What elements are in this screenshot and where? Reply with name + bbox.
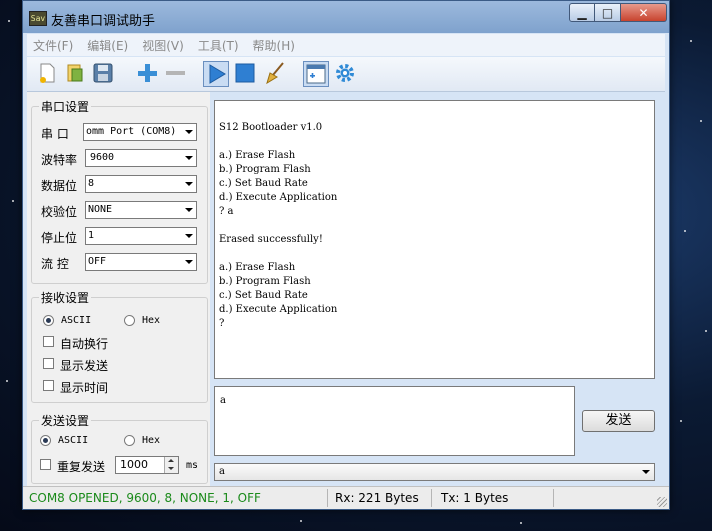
clear-button[interactable]: [263, 61, 289, 87]
receive-hex-radio[interactable]: [124, 315, 135, 326]
port-label: 串 口: [41, 127, 69, 141]
new-window-button[interactable]: [303, 61, 329, 87]
settings-button[interactable]: [333, 61, 359, 87]
left-panel: 串口设置 串 口 omm Port (COM8) 波特率 9600 数据位 8 …: [27, 92, 210, 486]
new-button[interactable]: [35, 61, 61, 87]
flow-control-value: OFF: [88, 256, 107, 267]
status-divider: [553, 489, 554, 507]
chevron-down-icon: [185, 130, 193, 134]
show-time-label: 显示时间: [60, 381, 109, 395]
data-bits-label: 数据位: [41, 179, 78, 193]
menu-help[interactable]: 帮助(H): [247, 37, 303, 54]
stop-button[interactable]: [233, 61, 259, 87]
chevron-down-icon: [185, 260, 193, 264]
repeat-unit-label: ms: [186, 460, 199, 471]
receive-settings-group: [31, 297, 208, 403]
baud-label: 波特率: [41, 153, 78, 167]
receive-textarea[interactable]: S12 Bootloader v1.0 a.) Erase Flash b.) …: [214, 100, 655, 379]
broom-icon: [266, 62, 284, 85]
title-bar[interactable]: Sav 友善串口调试助手 ▁ □ ✕: [23, 1, 669, 33]
auto-newline-checkbox[interactable]: [43, 336, 54, 347]
start-button[interactable]: [203, 61, 229, 87]
tx-count: Tx: 1 Bytes: [441, 491, 509, 505]
chevron-down-icon: [185, 156, 193, 160]
flow-control-label: 流 控: [41, 257, 69, 271]
repeat-send-label: 重复发送: [57, 460, 106, 474]
serial-settings-title: 串口设置: [39, 98, 92, 115]
new-window-icon: [306, 64, 326, 84]
open-button[interactable]: [63, 61, 89, 87]
close-button[interactable]: ✕: [621, 3, 667, 22]
status-divider: [327, 489, 328, 507]
send-settings-title: 发送设置: [39, 412, 92, 429]
save-icon: [93, 63, 113, 83]
receive-ascii-radio[interactable]: [43, 315, 54, 326]
send-history-select[interactable]: a: [214, 463, 655, 481]
add-button[interactable]: [135, 61, 161, 87]
spinner-arrows-icon[interactable]: [164, 457, 178, 473]
new-icon: [40, 63, 55, 83]
send-button[interactable]: 发送: [582, 410, 655, 432]
status-divider: [431, 489, 432, 507]
connection-status: COM8 OPENED, 9600, 8, NONE, 1, OFF: [29, 491, 261, 505]
auto-newline-label: 自动换行: [60, 337, 109, 351]
repeat-send-checkbox[interactable]: [40, 459, 51, 470]
port-value: omm Port (COM8): [86, 126, 177, 137]
menu-file[interactable]: 文件(F): [27, 37, 81, 54]
flow-control-select[interactable]: OFF: [85, 253, 197, 271]
play-icon: [209, 64, 226, 84]
chevron-down-icon: [185, 182, 193, 186]
port-select[interactable]: omm Port (COM8): [83, 123, 197, 141]
show-send-checkbox[interactable]: [43, 358, 54, 369]
menu-view[interactable]: 视图(V): [136, 37, 192, 54]
send-ascii-label: ASCII: [58, 435, 89, 446]
repeat-interval-value: 1000: [120, 458, 148, 471]
baud-select[interactable]: 9600: [85, 149, 197, 167]
maximize-button[interactable]: □: [595, 3, 621, 22]
send-textarea[interactable]: a: [214, 386, 575, 456]
receive-hex-label: Hex: [142, 315, 161, 326]
repeat-interval-input[interactable]: 1000: [115, 456, 179, 474]
app-window: Sav 友善串口调试助手 ▁ □ ✕ 文件(F) 编辑(E) 视图(V) 工具(…: [22, 0, 670, 510]
remove-button[interactable]: [163, 61, 189, 87]
send-hex-radio[interactable]: [124, 435, 135, 446]
receive-settings-title: 接收设置: [39, 289, 92, 306]
data-bits-value: 8: [88, 178, 95, 189]
stop-bits-label: 停止位: [41, 231, 78, 245]
status-bar: COM8 OPENED, 9600, 8, NONE, 1, OFF Rx: 2…: [23, 486, 669, 509]
app-logo-icon: Sav: [29, 11, 47, 26]
send-hex-label: Hex: [142, 435, 161, 446]
menu-bar: 文件(F) 编辑(E) 视图(V) 工具(T) 帮助(H): [27, 34, 665, 56]
baud-value: 9600: [90, 152, 115, 163]
chevron-down-icon: [642, 470, 650, 474]
chevron-down-icon: [185, 234, 193, 238]
resize-grip-icon[interactable]: [657, 497, 667, 507]
send-ascii-radio[interactable]: [40, 435, 51, 446]
show-send-label: 显示发送: [60, 359, 109, 373]
menu-edit[interactable]: 编辑(E): [81, 37, 136, 54]
toolbar: [27, 57, 665, 92]
data-bits-select[interactable]: 8: [85, 175, 197, 193]
add-icon: [138, 64, 157, 82]
stop-bits-select[interactable]: 1: [85, 227, 197, 245]
gear-icon: [336, 64, 354, 82]
minimize-button[interactable]: ▁: [569, 3, 595, 22]
open-icon: [67, 64, 83, 82]
stop-icon: [235, 63, 255, 83]
chevron-down-icon: [185, 208, 193, 212]
rx-count: Rx: 221 Bytes: [335, 491, 419, 505]
parity-value: NONE: [88, 204, 113, 215]
stop-bits-value: 1: [88, 230, 95, 241]
parity-select[interactable]: NONE: [85, 201, 197, 219]
receive-ascii-label: ASCII: [61, 315, 92, 326]
save-button[interactable]: [91, 61, 117, 87]
remove-icon: [166, 71, 185, 75]
parity-label: 校验位: [41, 205, 78, 219]
show-time-checkbox[interactable]: [43, 380, 54, 391]
window-title: 友善串口调试助手: [51, 14, 156, 29]
send-history-value: a: [219, 466, 225, 477]
menu-tools[interactable]: 工具(T): [192, 37, 247, 54]
